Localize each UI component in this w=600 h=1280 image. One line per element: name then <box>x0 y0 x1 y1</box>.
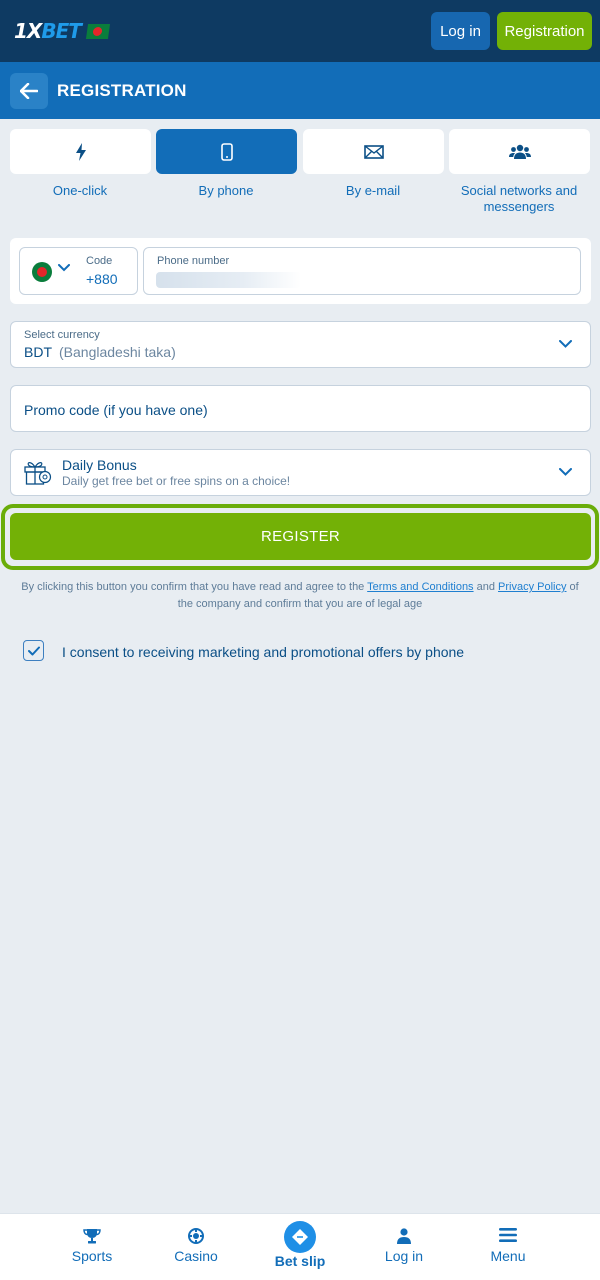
currency-select[interactable]: Select currency BDT (Bangladeshi taka) <box>10 321 591 368</box>
users-icon <box>508 144 531 159</box>
nav-casino-label: Casino <box>174 1248 218 1264</box>
register-button[interactable]: REGISTER <box>10 513 591 560</box>
lightning-icon <box>75 142 86 161</box>
promo-code-input[interactable]: Promo code (if you have one) <box>10 385 591 432</box>
nav-menu[interactable]: Menu <box>456 1214 560 1280</box>
chevron-down-icon <box>58 264 70 272</box>
user-icon <box>397 1228 411 1244</box>
arrow-left-icon <box>20 83 38 99</box>
registration-button[interactable]: Registration <box>497 12 592 50</box>
bonus-subtitle: Daily get free bet or free spins on a ch… <box>62 474 291 488</box>
country-code-select[interactable]: Code +880 <box>19 247 138 295</box>
code-value: +880 <box>86 271 118 287</box>
gift-icon <box>24 462 52 485</box>
currency-label: Select currency <box>24 329 100 341</box>
tab-label-one-click[interactable]: One-click <box>5 183 155 199</box>
bangladesh-flag-icon <box>32 262 52 282</box>
trophy-icon <box>83 1229 101 1244</box>
phone-number-value-blurred <box>156 272 301 288</box>
mail-icon <box>363 144 384 159</box>
bonus-select[interactable]: Daily Bonus Daily get free bet or free s… <box>10 449 591 496</box>
chevron-down-icon <box>559 340 572 348</box>
nav-bet-slip[interactable]: Bet slip <box>248 1214 352 1280</box>
tab-by-email[interactable] <box>303 129 444 174</box>
phone-icon <box>220 142 233 161</box>
tab-by-phone[interactable] <box>156 129 297 174</box>
checkmark-icon <box>27 646 40 655</box>
logo-text: 1XBET <box>14 19 82 43</box>
tab-label-by-phone[interactable]: By phone <box>151 183 301 199</box>
tab-label-social-networks[interactable]: Social networks and messengers <box>444 183 594 215</box>
legal-text-before: By clicking this button you confirm that… <box>21 581 368 593</box>
phone-card: Code +880 Phone number <box>10 238 591 304</box>
consent-label[interactable]: I consent to receiving marketing and pro… <box>62 644 464 660</box>
nav-casino[interactable]: Casino <box>144 1214 248 1280</box>
tab-one-click[interactable] <box>10 129 151 174</box>
nav-sports-label: Sports <box>71 1248 113 1264</box>
top-header: 1XBET Log in Registration <box>0 0 600 62</box>
logo[interactable]: 1XBET <box>14 18 110 44</box>
bonus-title: Daily Bonus <box>62 457 137 473</box>
code-label: Code <box>86 255 113 267</box>
menu-icon <box>499 1228 517 1242</box>
terms-link[interactable]: Terms and Conditions <box>367 581 473 593</box>
bangladesh-flag-icon <box>85 23 110 39</box>
legal-text-and: and <box>473 581 499 593</box>
chevron-down-icon <box>559 468 572 476</box>
currency-name: (Bangladeshi taka) <box>59 344 176 360</box>
bottom-nav: Sports Casino Bet slip Log in Menu <box>0 1213 600 1280</box>
nav-login[interactable]: Log in <box>352 1214 456 1280</box>
back-button[interactable] <box>10 73 48 109</box>
nav-sports[interactable]: Sports <box>40 1214 144 1280</box>
phone-number-label: Phone number <box>157 255 230 267</box>
currency-value: BDT <box>24 344 52 360</box>
ticket-icon <box>292 1229 308 1245</box>
consent-checkbox[interactable] <box>23 640 44 661</box>
login-button[interactable]: Log in <box>431 12 490 50</box>
title-bar: REGISTRATION <box>0 62 600 119</box>
promo-code-placeholder: Promo code (if you have one) <box>24 402 208 418</box>
chip-icon <box>188 1228 204 1244</box>
tab-social-networks[interactable] <box>449 129 590 174</box>
page-title: REGISTRATION <box>57 81 187 100</box>
privacy-policy-link[interactable]: Privacy Policy <box>498 581 566 593</box>
nav-menu-label: Menu <box>490 1248 526 1264</box>
bet-slip-badge <box>284 1221 316 1253</box>
nav-login-label: Log in <box>384 1248 424 1264</box>
nav-bet-slip-label: Bet slip <box>274 1253 326 1269</box>
legal-notice: By clicking this button you confirm that… <box>18 579 582 613</box>
phone-number-input[interactable]: Phone number <box>143 247 581 295</box>
tab-label-by-email[interactable]: By e-mail <box>298 183 448 199</box>
